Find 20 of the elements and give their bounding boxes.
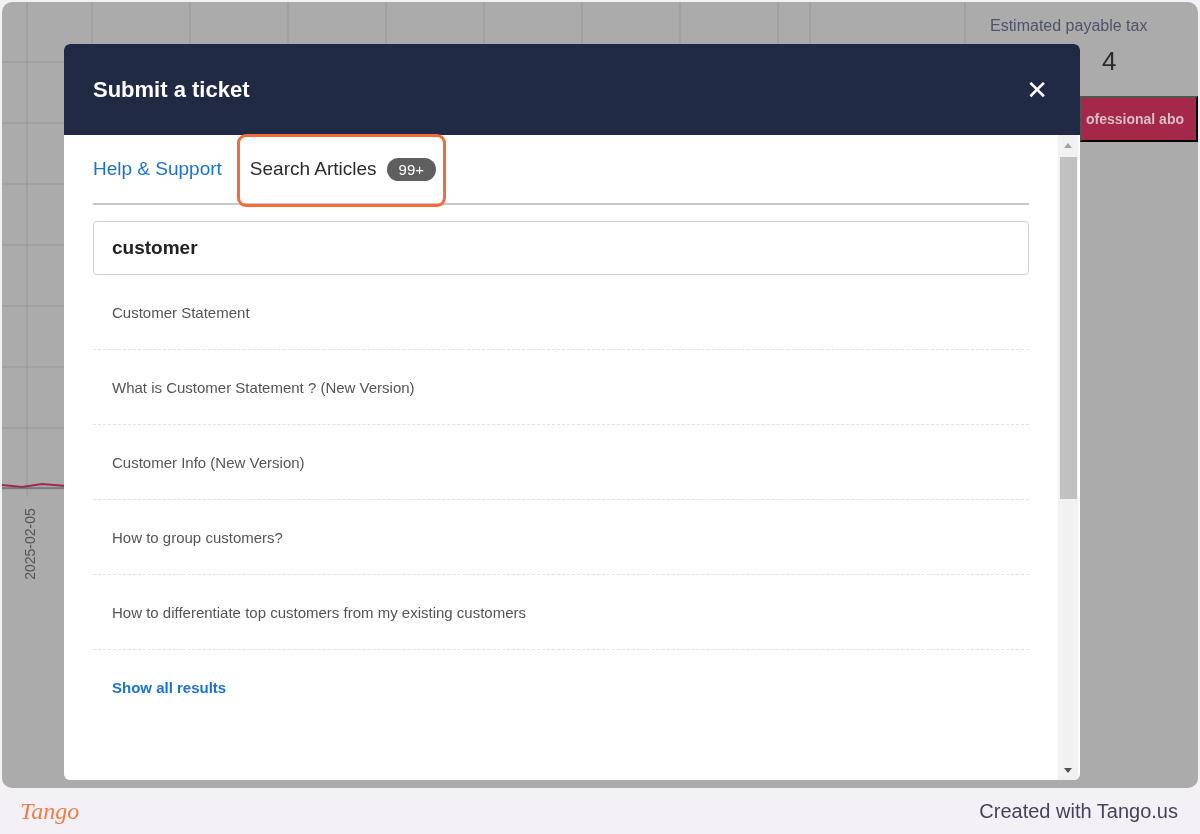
axis-label: 2025-02-05 (21, 508, 38, 580)
article-link[interactable]: How to group customers? (112, 528, 283, 546)
show-all-link[interactable]: Show all results (112, 678, 227, 696)
logo: Tango (20, 797, 80, 825)
tab[interactable]: Help & Support (93, 150, 222, 188)
tab[interactable]: Search Articles (249, 150, 377, 188)
article-link[interactable]: Customer Info (New Version) (112, 453, 305, 471)
search-field[interactable]: customer (93, 221, 1029, 275)
article-link[interactable]: Customer Statement (112, 303, 250, 321)
scroll-thumb[interactable] (1059, 157, 1077, 499)
promo-button[interactable]: ofessional abo (1080, 96, 1198, 142)
article-link[interactable]: What is Customer Statement ? (New Version) (112, 378, 415, 396)
article-link[interactable]: How to differentiate top customers from my existing customers (112, 603, 527, 621)
metric-value: 4 (1102, 46, 1117, 77)
scrollbar[interactable] (1058, 135, 1078, 780)
count-badge: 99+ (386, 157, 437, 181)
credit-text: Created with Tango.us (979, 799, 1178, 823)
metric-label: Estimated payable tax (990, 17, 1148, 35)
close-button[interactable]: ✕ (1022, 74, 1052, 105)
dialog-title: Submit a ticket (93, 76, 250, 103)
